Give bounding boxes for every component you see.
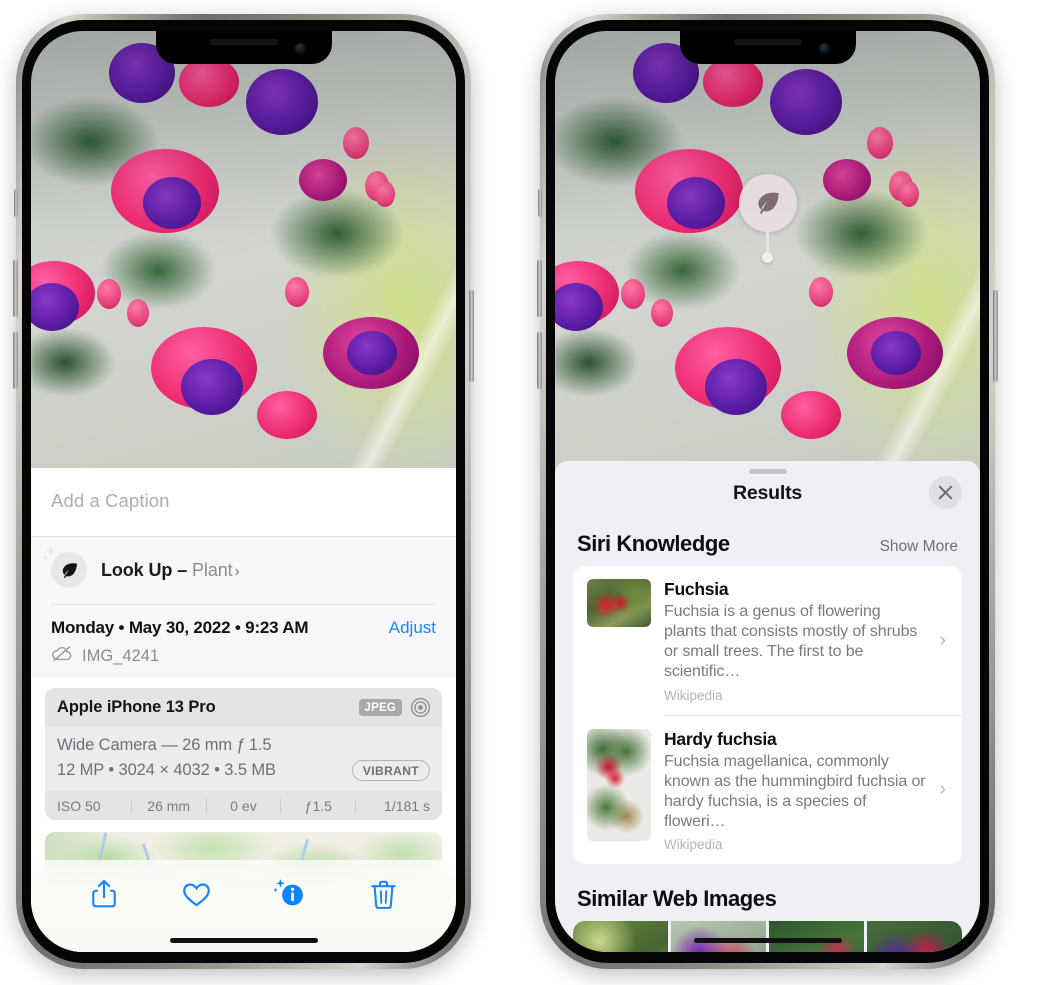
exif-exposure: 0 ev [230, 798, 257, 814]
list-item[interactable]: Fuchsia Fuchsia is a genus of flowering … [573, 566, 962, 715]
home-indicator[interactable] [169, 938, 318, 943]
capture-date: Monday • May 30, 2022 • 9:23 AM [51, 618, 309, 637]
screenshot-stage: Add a Caption Look Up – Plant › Monday •… [0, 0, 1055, 985]
exif-iso: ISO 50 [57, 798, 101, 814]
screen-left: Add a Caption Look Up – Plant › Monday •… [31, 31, 456, 952]
knowledge-description: Fuchsia magellanica, commonly known as t… [664, 752, 926, 831]
look-up-row[interactable]: Look Up – Plant › [43, 537, 436, 604]
web-image-thumbnail[interactable] [573, 921, 668, 952]
earpiece-speaker [209, 39, 278, 45]
volume-down-button[interactable] [537, 332, 542, 389]
delete-button[interactable] [360, 874, 406, 914]
image-size-line: 12 MP • 3024 × 4032 • 3.5 MB [57, 761, 276, 779]
silent-switch[interactable] [14, 189, 18, 217]
adjust-date-button[interactable]: Adjust [389, 618, 436, 638]
side-power-button[interactable] [469, 290, 474, 382]
similar-web-images-title: Similar Web Images [577, 886, 777, 912]
volume-down-button[interactable] [13, 332, 18, 389]
web-image-thumbnail[interactable] [867, 921, 962, 952]
exif-shutter: 1/181 s [384, 798, 430, 814]
aperture-icon [410, 697, 431, 718]
front-camera-icon [818, 43, 830, 54]
photographic-style-badge: VIBRANT [351, 760, 430, 781]
metadata-section: Monday • May 30, 2022 • 9:23 AM Adjust I… [31, 605, 456, 677]
size-row: 12 MP • 3024 × 4032 • 3.5 MB VIBRANT [57, 760, 430, 781]
web-image-thumbnail[interactable] [769, 921, 864, 952]
home-indicator[interactable] [693, 938, 842, 943]
leaf-icon [43, 546, 87, 588]
look-up-label: Look Up – Plant › [101, 560, 240, 581]
similar-web-images-header: Similar Web Images [555, 864, 980, 921]
phone-right: Results Siri Knowledge Show More Fuchsia… [537, 14, 998, 969]
phone-left: Add a Caption Look Up – Plant › Monday •… [13, 14, 474, 969]
chevron-right-icon: › [234, 562, 240, 580]
siri-knowledge-card: Fuchsia Fuchsia is a genus of flowering … [573, 566, 962, 865]
caption-input[interactable]: Add a Caption [31, 468, 456, 536]
exif-aperture: ƒ1.5 [304, 798, 332, 814]
look-up-section: Look Up – Plant › [31, 537, 456, 605]
knowledge-body: Hardy fuchsia Fuchsia magellanica, commo… [664, 729, 927, 853]
close-icon[interactable] [929, 476, 962, 509]
side-power-button[interactable] [993, 290, 998, 382]
look-up-subject: Plant [192, 559, 233, 580]
look-up-prefix: Look Up – [101, 559, 193, 580]
camera-model: Apple iPhone 13 Pro [57, 698, 216, 716]
silent-switch[interactable] [538, 189, 542, 217]
show-more-button[interactable]: Show More [880, 538, 958, 556]
favorite-button[interactable] [174, 874, 220, 914]
format-badge: JPEG [358, 699, 402, 716]
list-item[interactable]: Hardy fuchsia Fuchsia magellanica, commo… [573, 716, 962, 865]
camera-header-badges: JPEG [358, 697, 431, 718]
earpiece-speaker [733, 39, 802, 45]
camera-header: Apple iPhone 13 Pro JPEG [45, 688, 442, 727]
knowledge-description: Fuchsia is a genus of flowering plants t… [664, 603, 918, 681]
lens-line: Wide Camera — 26 mm ƒ 1.5 [57, 736, 272, 754]
visual-look-up-badge[interactable] [738, 174, 797, 263]
knowledge-thumbnail [587, 728, 651, 841]
results-header: Results [555, 474, 980, 509]
notch-right [679, 31, 856, 64]
metadata-date-row: Monday • May 30, 2022 • 9:23 AM Adjust [51, 618, 436, 638]
knowledge-source: Wikipedia [664, 837, 723, 853]
chevron-right-icon: › [939, 629, 946, 651]
results-sheet: Results Siri Knowledge Show More Fuchsia… [555, 461, 980, 952]
leaf-glyph [757, 192, 779, 214]
phone-bezel-left: Add a Caption Look Up – Plant › Monday •… [22, 20, 465, 963]
results-title: Results [732, 482, 803, 504]
file-name: IMG_4241 [82, 646, 160, 665]
knowledge-title: Hardy fuchsia [664, 728, 777, 749]
front-camera-icon [294, 43, 306, 54]
siri-knowledge-title: Siri Knowledge [577, 531, 730, 556]
knowledge-body: Fuchsia Fuchsia is a genus of flowering … [664, 579, 927, 703]
leaf-icon[interactable] [738, 174, 797, 232]
exif-focal: 26 mm [147, 798, 191, 814]
screen-right: Results Siri Knowledge Show More Fuchsia… [555, 31, 980, 952]
web-image-thumbnail[interactable] [671, 921, 766, 952]
share-button[interactable] [81, 874, 127, 914]
knowledge-thumbnail [587, 579, 651, 627]
knowledge-title: Fuchsia [664, 579, 729, 599]
icloud-slash-icon [51, 645, 73, 667]
camera-info-card[interactable]: Apple iPhone 13 Pro JPEG Wide Camera — 2… [45, 688, 442, 821]
volume-up-button[interactable] [13, 260, 18, 317]
similar-web-images-strip [573, 921, 962, 952]
camera-body: Wide Camera — 26 mm ƒ 1.5 12 MP • 3024 ×… [45, 727, 442, 791]
knowledge-source: Wikipedia [664, 687, 723, 703]
photo-info-sheet: Add a Caption Look Up – Plant › Monday •… [31, 468, 456, 952]
notch-left [155, 31, 332, 64]
chevron-right-icon: › [939, 779, 946, 801]
phone-bezel-right: Results Siri Knowledge Show More Fuchsia… [546, 20, 989, 963]
volume-up-button[interactable] [537, 260, 542, 317]
badge-stem [766, 230, 769, 252]
exif-row: ISO 50 26 mm 0 ev ƒ1.5 1/181 s [45, 791, 442, 821]
info-button[interactable] [267, 874, 313, 914]
sparkles-icon [42, 544, 64, 571]
siri-knowledge-header: Siri Knowledge Show More [555, 509, 980, 566]
metadata-file-row: IMG_4241 [51, 645, 436, 667]
badge-anchor-dot [762, 252, 773, 263]
